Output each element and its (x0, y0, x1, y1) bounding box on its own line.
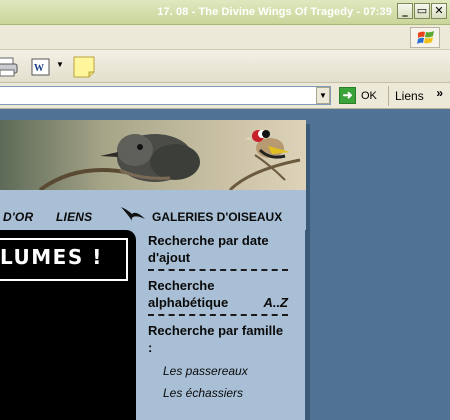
search-by-date-link[interactable]: Recherche par date d'ajout (148, 232, 290, 266)
links-expand-icon[interactable]: » (436, 86, 443, 100)
az-link[interactable]: A..Z (263, 294, 288, 311)
search-alphabetical-link[interactable]: A..Z Recherche alphabétique (148, 277, 290, 311)
headline-text: LUMES ! (0, 245, 103, 269)
family-link-passereaux[interactable]: Les passereaux (163, 364, 290, 378)
window-titlebar: 17. 08 - The Divine Wings Of Tragedy - 0… (0, 0, 450, 25)
search-alphabetical-label: Recherche alphabétique (148, 278, 229, 310)
nav-item-liens[interactable]: LIENS (56, 210, 92, 224)
search-sidebar: Recherche par date d'ajout A..Z Recherch… (148, 232, 290, 400)
address-bar: ▼ ➜ OK Liens » (0, 83, 450, 109)
divider (148, 269, 288, 271)
go-label: OK (361, 90, 377, 102)
web-page: D'OR LIENS GALERIES D'OISEAUX LUMES ! Re… (0, 110, 450, 420)
nav-galeries-oiseaux[interactable]: GALERIES D'OISEAUX (152, 210, 282, 224)
address-dropdown-icon[interactable]: ▼ (316, 87, 330, 104)
address-input[interactable] (0, 86, 331, 105)
site-nav: D'OR LIENS GALERIES D'OISEAUX (0, 190, 306, 230)
close-button[interactable]: ✕ (431, 3, 447, 19)
svg-text:W: W (34, 63, 44, 74)
nav-item-dor[interactable]: D'OR (3, 210, 33, 224)
divider (388, 86, 389, 106)
bird-banner-image (0, 120, 306, 190)
divider (148, 314, 288, 316)
flying-bird-icon (120, 204, 146, 227)
maximize-button[interactable]: ▭ (414, 3, 430, 19)
edit-word-icon[interactable]: W (30, 56, 52, 83)
go-arrow-icon: ➜ (339, 87, 356, 104)
search-by-family-label: Recherche par famille : (148, 323, 284, 355)
window-title: 17. 08 - The Divine Wings Of Tragedy - 0… (157, 6, 392, 18)
windows-logo-icon (410, 27, 440, 48)
go-button[interactable]: ➜ OK (339, 86, 383, 106)
toolbar: W ▼ (0, 50, 450, 83)
note-icon[interactable] (72, 55, 96, 84)
print-icon[interactable] (0, 56, 18, 83)
family-link-echassiers[interactable]: Les échassiers (163, 386, 290, 400)
site-frame: D'OR LIENS GALERIES D'OISEAUX LUMES ! Re… (0, 120, 306, 420)
menu-bar (0, 25, 450, 50)
edit-dropdown-icon[interactable]: ▼ (56, 60, 64, 69)
minimize-button[interactable]: _ (397, 3, 413, 19)
links-toolbar-label[interactable]: Liens (395, 89, 424, 103)
headline-box: LUMES ! (0, 238, 128, 281)
